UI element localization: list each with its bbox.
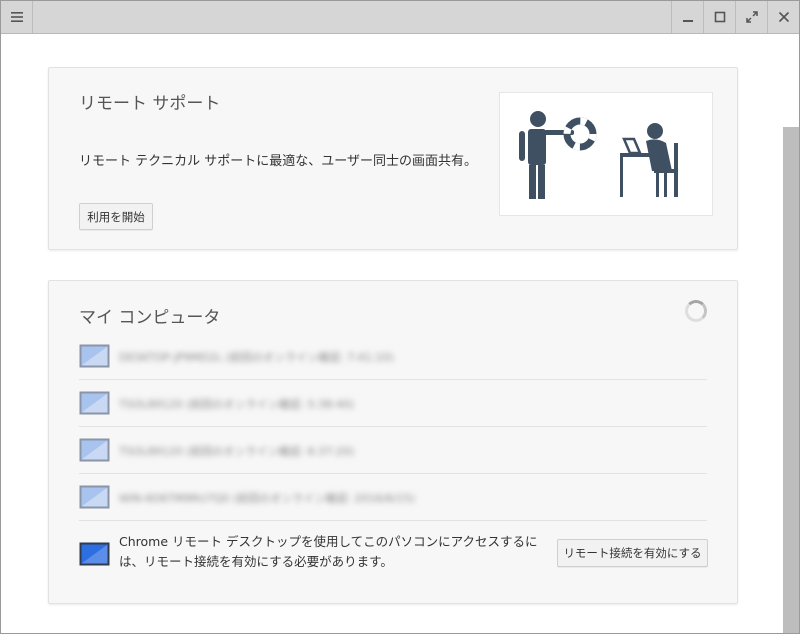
host-name: TSOL89120 (前回のオンライン確認: 5:38:40) [119,398,355,411]
host-row[interactable]: TSOL89120 (前回のオンライン確認: 5:38:40) [79,380,707,427]
computer-offline-icon [79,391,110,415]
computer-offline-icon [79,438,110,462]
computer-local-icon [79,542,110,566]
enable-remote-message: Chrome リモート デスクトップを使用してこのパソコンにアクセスするには、リ… [119,534,538,569]
host-row[interactable]: DESKTOP-JP9MD2L (前回のオンライン確認: 7:41:10) [79,333,707,380]
remote-support-card: リモート サポート リモート テクニカル サポートに最適な、ユーザー同士の画面共… [48,67,738,250]
my-computers-title: マイ コンピュータ [79,308,221,328]
title-bar [1,1,799,34]
enable-remote-connection-button[interactable]: リモート接続を有効にする [557,539,708,567]
remote-support-illustration [499,92,713,216]
host-name: WIN-6D6TM9RU7Q0 (前回のオンライン確認: 2016/6/15) [119,492,416,505]
computer-offline-icon [79,344,110,368]
hamburger-menu-icon[interactable] [1,1,33,33]
start-button[interactable]: 利用を開始 [79,203,153,230]
app-window: リモート サポート リモート テクニカル サポートに最適な、ユーザー同士の画面共… [0,0,800,634]
my-computers-card: マイ コンピュータ DESKTOP-JP9MD2L (前回のオンライン確認: 7… [48,280,738,604]
host-row[interactable]: TSOL89120 (前回のオンライン確認: 6:37:20) [79,427,707,474]
maximize-icon[interactable] [703,1,735,33]
fullscreen-icon[interactable] [735,1,767,33]
scrollbar[interactable] [783,127,799,633]
host-row[interactable]: WIN-6D6TM9RU7Q0 (前回のオンライン確認: 2016/6/15) [79,474,707,521]
computer-offline-icon [79,485,110,509]
remote-support-title: リモート サポート [79,94,221,114]
remote-support-description: リモート テクニカル サポートに最適な、ユーザー同士の画面共有。 [79,154,478,169]
host-name: DESKTOP-JP9MD2L (前回のオンライン確認: 7:41:10) [119,351,394,364]
close-icon[interactable] [767,1,799,33]
host-name: TSOL89120 (前回のオンライン確認: 6:37:20) [119,445,355,458]
minimize-icon[interactable] [671,1,703,33]
loading-spinner-icon [685,300,707,322]
